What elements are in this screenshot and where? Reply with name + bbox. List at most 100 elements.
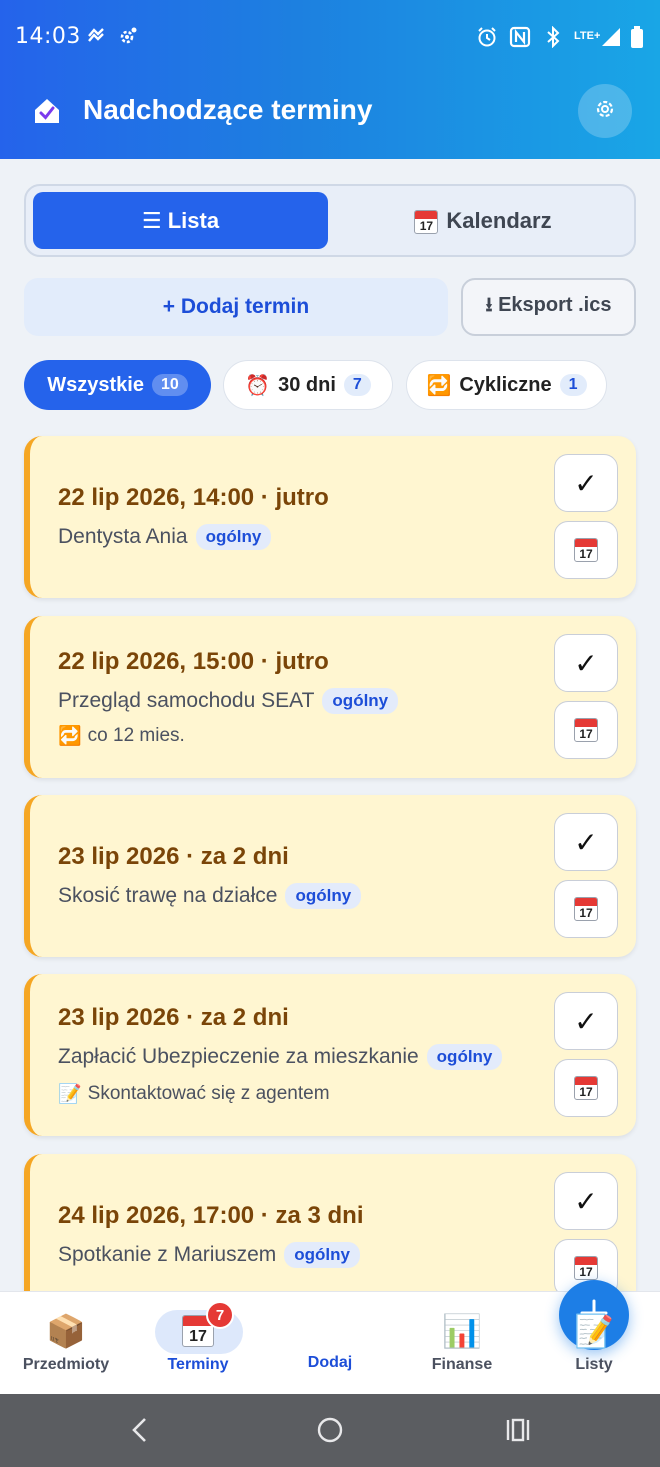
filter-count: 10 (151, 374, 188, 396)
event-title: Spotkanie z Mariuszem (58, 1243, 277, 1266)
export-ics-button[interactable]: ⭳ Eksport .ics (461, 278, 636, 336)
category-tag: ogólny (426, 1044, 503, 1070)
check-icon: ✓ (574, 647, 598, 679)
event-title: Przegląd samochodu SEAT (58, 689, 315, 712)
note-row: 📝 Skontaktować się z agentem (58, 1082, 330, 1106)
status-time: 14:03 (15, 24, 81, 49)
sync-icon (86, 26, 106, 52)
nav-label: Terminy (167, 1356, 229, 1373)
back-icon[interactable] (128, 1416, 152, 1449)
nav-przedmioty[interactable]: 📦 Przedmioty (0, 1292, 132, 1395)
alarm-clock-icon: ⏰ (245, 374, 271, 397)
recurrence-row: 🔁 co 12 mies. (58, 724, 185, 748)
gear-icon (593, 97, 617, 126)
mark-done-button[interactable]: ✓ (554, 454, 618, 512)
package-icon: 📦 (46, 1313, 86, 1349)
calendar-icon: 17 (574, 538, 598, 562)
repeat-icon: 🔁 (58, 726, 82, 747)
bar-chart-icon: 📊 (442, 1313, 482, 1349)
event-card[interactable]: 22 lip 2026, 14:00 · jutro Dentysta Ania… (24, 436, 636, 598)
event-title-row: Zapłacić Ubezpieczenie za mieszkanie ogó… (58, 1044, 503, 1070)
nav-label: Listy (575, 1356, 613, 1373)
bottom-navigation: 📦 Przedmioty 17 Terminy 7 Dodaj 📊 Finans… (0, 1280, 660, 1395)
event-card[interactable]: 22 lip 2026, 15:00 · jutro Przegląd samo… (24, 616, 636, 778)
filter-count: 7 (343, 374, 371, 396)
add-to-calendar-button[interactable]: 17 (554, 1059, 618, 1117)
settings-button[interactable] (578, 84, 632, 138)
main-content[interactable]: ☰ Lista 17 Kalendarz + Dodaj termin ⭳ Ek… (0, 159, 660, 1291)
nav-dodaj[interactable]: Dodaj (264, 1280, 629, 1395)
event-date: 23 lip 2026 · za 2 dni (58, 843, 289, 870)
nav-label: Przedmioty (22, 1356, 110, 1373)
filter-all[interactable]: Wszystkie 10 (24, 360, 211, 410)
nav-terminy[interactable]: 17 Terminy (132, 1292, 264, 1395)
add-event-button[interactable]: + Dodaj termin (24, 278, 448, 336)
mark-done-button[interactable]: ✓ (554, 634, 618, 692)
mark-done-button[interactable]: ✓ (554, 992, 618, 1050)
mark-done-button[interactable]: ✓ (554, 813, 618, 871)
category-tag: ogólny (285, 883, 362, 909)
filter-count: 1 (559, 374, 587, 396)
calendar-icon: 17 (574, 1076, 598, 1100)
calendar-view-label: Kalendarz (446, 207, 552, 233)
add-to-calendar-button[interactable]: 17 (554, 880, 618, 938)
nav-finanse[interactable]: 📊 Finanse (396, 1292, 528, 1395)
filter-recurring[interactable]: 🔁 Cykliczne 1 (406, 360, 607, 410)
battery-icon (630, 26, 644, 54)
filter-label: Wszystkie (47, 373, 144, 396)
event-card[interactable]: 24 lip 2026, 17:00 · za 3 dni Spotkanie … (24, 1154, 636, 1291)
title-row: Nadchodzące terminy (0, 78, 660, 148)
event-date: 23 lip 2026 · za 2 dni (58, 1004, 289, 1031)
home-icon[interactable] (317, 1417, 343, 1448)
recurrence-text: co 12 mies. (87, 725, 185, 746)
event-title: Dentysta Ania (58, 525, 188, 548)
memo-icon: 📝 (58, 1084, 82, 1105)
lte-label: LTE+ (574, 30, 601, 42)
event-date: 22 lip 2026, 15:00 · jutro (58, 648, 329, 675)
event-date: 22 lip 2026, 14:00 · jutro (58, 484, 329, 511)
event-card[interactable]: 23 lip 2026 · za 2 dni Skosić trawę na d… (24, 795, 636, 957)
event-title-row: Spotkanie z Mariuszem ogólny (58, 1242, 360, 1268)
event-date: 24 lip 2026, 17:00 · za 3 dni (58, 1202, 364, 1229)
event-title-row: Skosić trawę na działce ogólny (58, 883, 362, 909)
add-to-calendar-button[interactable]: 17 (554, 521, 618, 579)
lte-signal-icon (600, 26, 622, 54)
nav-label: Dodaj (307, 1354, 353, 1371)
event-title-row: Przegląd samochodu SEAT ogólny (58, 688, 399, 714)
add-to-calendar-button[interactable]: 17 (554, 701, 618, 759)
bluetooth-icon (543, 25, 563, 54)
check-icon: ✓ (574, 1185, 598, 1217)
event-title: Skosić trawę na działce (58, 884, 278, 907)
calendar-view-button[interactable]: 17 Kalendarz (336, 192, 630, 249)
event-title-row: Dentysta Ania ogólny (58, 524, 272, 550)
category-tag: ogólny (322, 688, 399, 714)
mark-done-button[interactable]: ✓ (554, 1172, 618, 1230)
category-tag: ogólny (195, 524, 272, 550)
list-view-label: ☰ Lista (141, 207, 220, 233)
page-title: Nadchodzące terminy (83, 94, 373, 125)
nav-listy[interactable]: 📝 Listy (528, 1292, 660, 1395)
filter-30-days[interactable]: ⏰ 30 dni 7 (223, 360, 393, 410)
filter-label: Cykliczne (459, 373, 552, 396)
category-tag: ogólny (284, 1242, 360, 1268)
settings-badge-icon (118, 26, 138, 52)
calendar-icon: 17 (574, 718, 598, 742)
calendar-icon: 17 (414, 207, 439, 234)
note-text: Skontaktować się z agentem (87, 1083, 330, 1104)
home-check-icon (32, 96, 62, 126)
view-toggle: ☰ Lista 17 Kalendarz (24, 184, 636, 257)
notification-badge: 7 (206, 1301, 234, 1329)
check-icon: ✓ (574, 826, 598, 858)
filter-label: 30 dni (278, 373, 336, 396)
alarm-icon (476, 26, 498, 54)
repeat-icon: 🔁 (426, 374, 452, 397)
check-icon: ✓ (574, 1005, 598, 1037)
nav-label: Finanse (431, 1356, 493, 1373)
event-card[interactable]: 23 lip 2026 · za 2 dni Zapłacić Ubezpiec… (24, 974, 636, 1136)
check-icon: ✓ (574, 467, 598, 499)
recents-icon[interactable] (505, 1417, 531, 1448)
event-title: Zapłacić Ubezpieczenie za mieszkanie (58, 1045, 419, 1068)
app-header: 14:03 LTE+ Nadchodzące terminy (0, 0, 660, 159)
calendar-icon: 17 (574, 897, 598, 921)
list-view-button[interactable]: ☰ Lista (33, 192, 328, 249)
